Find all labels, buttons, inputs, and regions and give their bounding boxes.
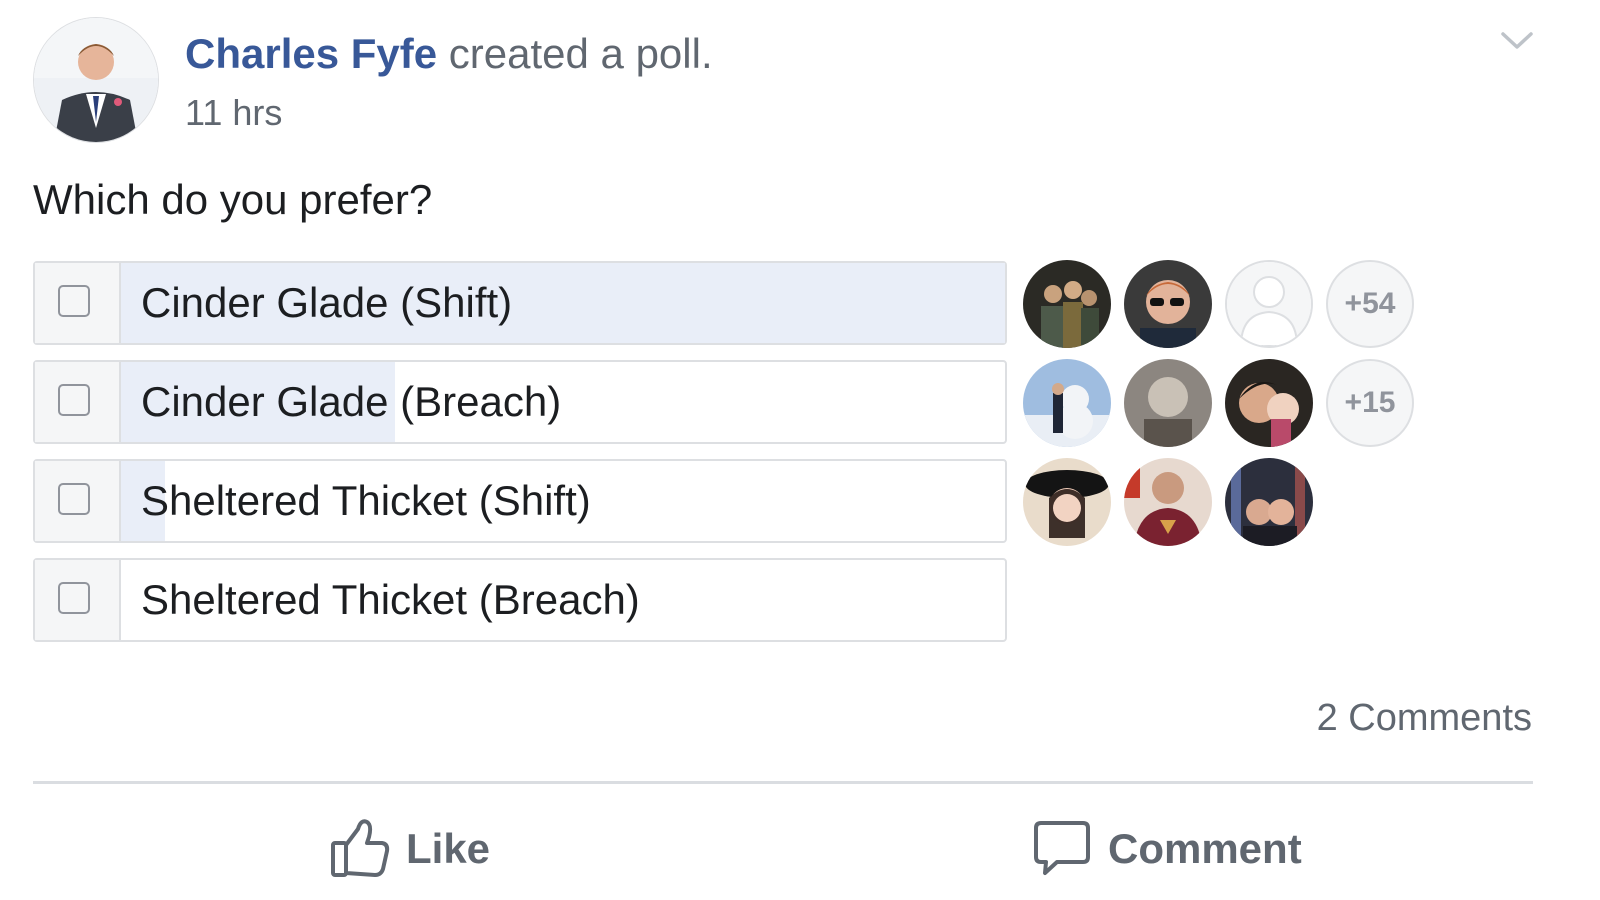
checkbox-cell	[35, 263, 121, 343]
poll-checkbox[interactable]	[58, 483, 90, 515]
voter-avatar[interactable]	[1225, 359, 1313, 447]
voter-avatar[interactable]	[1023, 260, 1111, 348]
author-name-link[interactable]: Charles Fyfe	[185, 30, 437, 77]
more-voters-count[interactable]: +54	[1326, 260, 1414, 348]
divider	[33, 781, 1533, 784]
poll-option[interactable]: Sheltered Thicket (Shift)	[33, 459, 1007, 543]
post-action-text: created a poll.	[448, 30, 713, 77]
voter-avatar[interactable]	[1124, 359, 1212, 447]
chevron-down-icon[interactable]	[1500, 26, 1534, 54]
comment-bubble-icon	[1034, 821, 1090, 875]
poll-option[interactable]: Cinder Glade (Shift)	[33, 261, 1007, 345]
poll-checkbox[interactable]	[58, 285, 90, 317]
poll-option[interactable]: Cinder Glade (Breach)	[33, 360, 1007, 444]
more-voters-count[interactable]: +15	[1326, 359, 1414, 447]
default-avatar[interactable]	[1225, 260, 1313, 348]
comment-label: Comment	[1108, 825, 1302, 872]
poll-option-label: Cinder Glade (Shift)	[141, 279, 513, 326]
voter-avatar[interactable]	[1124, 458, 1212, 546]
comment-button[interactable]: Comment	[1033, 815, 1333, 879]
poll-option-label: Sheltered Thicket (Breach)	[141, 576, 640, 623]
post-header: Charles Fyfe created a poll.	[185, 30, 713, 78]
author-avatar[interactable]	[33, 17, 159, 143]
post-timestamp[interactable]: 11 hrs	[185, 92, 282, 134]
poll-checkbox[interactable]	[58, 582, 90, 614]
checkbox-cell	[35, 362, 121, 442]
voter-avatar[interactable]	[1023, 458, 1111, 546]
poll-option-label: Sheltered Thicket (Shift)	[141, 477, 591, 524]
poll-option[interactable]: Sheltered Thicket (Breach)	[33, 558, 1007, 642]
like-button[interactable]: Like	[330, 815, 530, 879]
checkbox-cell	[35, 560, 121, 640]
comments-count-link[interactable]: 2 Comments	[1317, 697, 1532, 740]
poll-checkbox[interactable]	[58, 384, 90, 416]
voter-avatar[interactable]	[1023, 359, 1111, 447]
poll-option-label: Cinder Glade (Breach)	[141, 378, 562, 425]
voter-avatar[interactable]	[1225, 458, 1313, 546]
checkbox-cell	[35, 461, 121, 541]
voter-avatar[interactable]	[1124, 260, 1212, 348]
like-label: Like	[406, 825, 491, 872]
thumbs-up-icon	[331, 819, 390, 877]
poll-question: Which do you prefer?	[33, 176, 433, 223]
